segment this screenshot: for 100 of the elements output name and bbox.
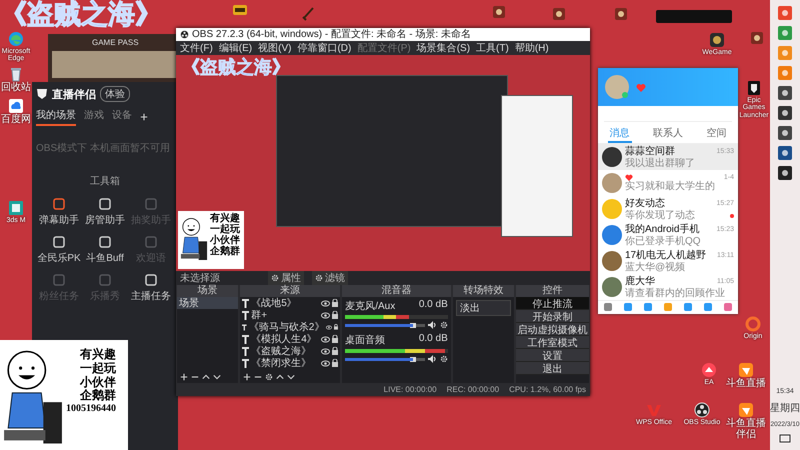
- tab[interactable]: 空间: [704, 124, 728, 143]
- control-button[interactable]: 工作室模式: [516, 336, 589, 349]
- slider-thumb[interactable]: [410, 322, 416, 328]
- eye-icon[interactable]: [321, 360, 330, 366]
- speaker-icon[interactable]: [428, 355, 437, 363]
- app-tile-icon[interactable]: [778, 126, 792, 140]
- menu-item[interactable]: 文件(F): [180, 41, 213, 55]
- app-tile-icon[interactable]: [491, 4, 507, 20]
- app-tile-icon[interactable]: [613, 6, 629, 22]
- tab[interactable]: 我的场景: [36, 107, 76, 126]
- down-caret-icon[interactable]: [213, 373, 221, 381]
- overlay-text: 有兴趣: [210, 213, 240, 224]
- lock-icon[interactable]: [332, 359, 338, 367]
- control-button[interactable]: 启动虚拟摄像机: [516, 323, 589, 336]
- menu-item[interactable]: 视图(V): [258, 41, 292, 55]
- lock-icon[interactable]: [332, 299, 338, 307]
- gear-icon[interactable]: [440, 321, 448, 329]
- plus-icon[interactable]: [140, 112, 148, 120]
- control-button[interactable]: 停止推流: [516, 297, 589, 310]
- scene-item[interactable]: 场景: [177, 297, 238, 309]
- game-tile-icon[interactable]: [709, 32, 725, 48]
- control-button[interactable]: 开始录制: [516, 310, 589, 323]
- app-tile-icon[interactable]: [778, 26, 792, 40]
- menu-item[interactable]: 场景集合(S): [416, 41, 470, 55]
- toolbar-app-icon[interactable]: [643, 302, 653, 312]
- source-item[interactable]: 《战地5》: [251, 296, 320, 310]
- cloud-app-icon[interactable]: [8, 98, 24, 114]
- tool-button[interactable]: 主播任务: [128, 273, 174, 303]
- badge[interactable]: 体验: [100, 86, 130, 102]
- tool-button[interactable]: 房管助手: [82, 197, 128, 227]
- tool-button[interactable]: 斗鱼Buff: [82, 235, 128, 265]
- tab[interactable]: 设备: [112, 107, 132, 126]
- speaker-icon[interactable]: [428, 321, 437, 329]
- tool-button[interactable]: 全民乐PK: [36, 235, 82, 265]
- desktop-icon-label[interactable]: 斗鱼直播伴侣: [724, 419, 768, 440]
- round-logo-icon[interactable]: [701, 362, 717, 378]
- source-item[interactable]: 《盗贼之海》: [251, 344, 320, 358]
- eye-icon[interactable]: [321, 336, 330, 342]
- app-tile-icon[interactable]: [749, 30, 765, 46]
- sword-icon[interactable]: [300, 6, 316, 22]
- tab[interactable]: 游戏: [84, 107, 104, 126]
- lock-icon[interactable]: [332, 347, 338, 355]
- gear-icon[interactable]: [265, 373, 274, 381]
- menu-item[interactable]: 编辑(E): [218, 41, 252, 55]
- up-caret-icon[interactable]: [202, 373, 210, 381]
- browser-logo-icon[interactable]: [8, 31, 24, 47]
- app-tile-icon[interactable]: [8, 200, 24, 216]
- notification-icon[interactable]: [779, 434, 791, 444]
- source-item[interactable]: 《骑马与砍杀2》: [248, 320, 324, 334]
- lock-icon[interactable]: [332, 311, 338, 319]
- source-item[interactable]: 《模拟人生4》: [251, 332, 320, 346]
- app-tile-icon[interactable]: [778, 146, 792, 160]
- toolbar-app-icon[interactable]: [683, 302, 693, 312]
- app-tile-icon[interactable]: [551, 6, 567, 22]
- toolbar-app-icon[interactable]: [623, 302, 633, 312]
- app-tile-icon[interactable]: [778, 166, 792, 180]
- up-caret-icon[interactable]: [276, 373, 284, 381]
- clock-weekday[interactable]: 星期四: [770, 401, 800, 415]
- desktop-icon-label[interactable]: 斗鱼直播: [726, 379, 766, 390]
- control-button[interactable]: 退出: [516, 362, 589, 375]
- chat-preview: 我以退出群聊了: [625, 158, 695, 170]
- eye-icon[interactable]: [326, 324, 332, 330]
- source-item[interactable]: 《禁闭求生》: [251, 356, 320, 370]
- plus-icon[interactable]: [243, 373, 252, 381]
- tool-button[interactable]: 弹幕助手: [36, 197, 82, 227]
- slider-thumb[interactable]: [410, 356, 416, 362]
- lock-icon[interactable]: [334, 323, 338, 331]
- lock-icon[interactable]: [332, 335, 338, 343]
- menu-item[interactable]: 工具(T): [476, 41, 509, 55]
- eye-icon[interactable]: [321, 348, 330, 354]
- toolbar-app-icon[interactable]: [723, 302, 733, 312]
- game-tile-icon[interactable]: [232, 2, 248, 18]
- desktop-icon-label[interactable]: 百度网: [1, 115, 31, 126]
- eye-icon[interactable]: [321, 312, 330, 318]
- app-tile-icon[interactable]: [778, 46, 792, 60]
- plus-icon[interactable]: [180, 373, 188, 381]
- app-tile-icon[interactable]: [778, 6, 792, 20]
- tab[interactable]: 联系人: [650, 124, 685, 143]
- shield-logo-icon[interactable]: [746, 80, 762, 96]
- app-tile-icon[interactable]: [778, 106, 792, 120]
- obs-logo-icon[interactable]: [694, 402, 710, 418]
- down-caret-icon[interactable]: [287, 373, 296, 381]
- transition-dropdown[interactable]: 淡出: [456, 300, 511, 316]
- app-tile-icon[interactable]: [778, 66, 792, 80]
- panel-header: 转场特效: [452, 285, 514, 297]
- app-tile-icon[interactable]: [778, 86, 792, 100]
- desktop-icon-label[interactable]: 回收站: [1, 83, 31, 94]
- eye-icon[interactable]: [321, 300, 330, 306]
- toolbar-button[interactable]: 属性: [268, 271, 304, 285]
- toolbar-app-icon[interactable]: [603, 302, 613, 312]
- menu-item[interactable]: 帮助(H): [514, 41, 549, 55]
- source-item[interactable]: 群+: [251, 308, 320, 322]
- menu-item[interactable]: 停靠窗口(D): [297, 41, 352, 55]
- gear-icon[interactable]: [440, 355, 448, 363]
- recycle-bin-icon[interactable]: [8, 66, 24, 82]
- tool-icon: [52, 197, 66, 211]
- heart-icon: [625, 174, 633, 181]
- control-button[interactable]: 设置: [516, 349, 589, 362]
- toolbar-button[interactable]: 滤镜: [312, 271, 348, 285]
- toolbar-app-icon[interactable]: [703, 302, 713, 312]
